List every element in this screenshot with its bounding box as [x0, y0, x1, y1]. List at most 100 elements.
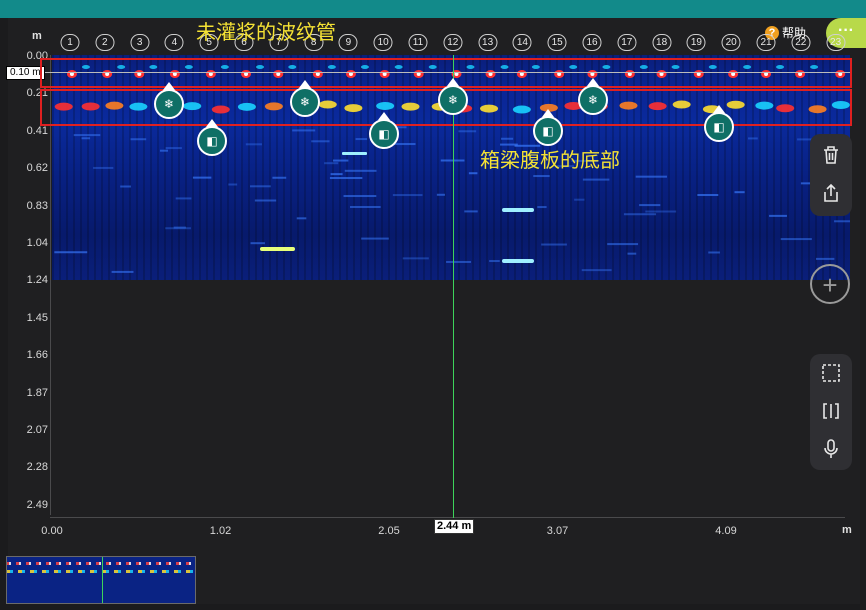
column-number[interactable]: 18 [652, 34, 672, 51]
scan-reflection [537, 206, 547, 209]
split-icon [823, 403, 839, 419]
x-tick-label: 4.09 [715, 525, 737, 537]
scan-reflection [355, 138, 368, 141]
scan-reflection [93, 166, 114, 169]
scan-reflection [635, 175, 667, 178]
overview-thumbnail[interactable] [6, 556, 196, 604]
column-number[interactable]: 21 [756, 34, 776, 51]
y-tick-label: 1.45 [26, 311, 48, 324]
add-button[interactable]: + [810, 264, 850, 304]
scan-reflection [165, 147, 182, 150]
scan-reflection [436, 193, 445, 196]
column-number[interactable]: 22 [791, 34, 811, 51]
scan-reflection [361, 237, 389, 240]
position-cursor-label[interactable]: 2.44 m [434, 519, 475, 534]
scan-reflection [464, 210, 478, 213]
snowflake-marker[interactable]: ❄ [154, 89, 184, 119]
annotation-box-ducts[interactable] [40, 58, 852, 88]
column-number[interactable]: 19 [686, 34, 706, 51]
scan-reflection [260, 247, 295, 251]
scan-reflection [392, 194, 423, 197]
scan-reflection [254, 199, 277, 202]
view-toolbar [810, 354, 852, 470]
column-number[interactable]: 10 [373, 34, 393, 51]
tag-icon: ◧ [378, 127, 390, 141]
annotation-text-ducts: 未灌浆的波纹管 [196, 22, 336, 44]
scan-reflection [324, 162, 339, 165]
voice-note-button[interactable] [810, 434, 852, 464]
scan-reflection [574, 198, 585, 201]
scan-reflection [73, 134, 101, 137]
microphone-icon [824, 439, 838, 458]
scan-reflection [780, 238, 812, 241]
scan-reflection [533, 175, 550, 178]
snowflake-icon: ❄ [587, 93, 599, 107]
scan-reflection [446, 260, 472, 263]
depth-reference-label[interactable]: 0.10 m [6, 66, 45, 80]
rebar-marker[interactable]: ◧ [197, 126, 227, 156]
column-number[interactable]: 16 [582, 34, 602, 51]
column-number[interactable]: 23 [826, 34, 846, 51]
scan-reflection [541, 243, 567, 246]
column-number[interactable]: 15 [547, 34, 567, 51]
split-view-button[interactable] [810, 396, 852, 426]
column-number[interactable]: 11 [408, 34, 428, 51]
rebar-marker[interactable]: ◧ [704, 112, 734, 142]
x-tick-label: 2.05 [378, 525, 400, 537]
scan-reflection [130, 138, 147, 141]
y-tick-label: 2.07 [26, 424, 48, 436]
scan-reflection [292, 129, 316, 132]
share-button[interactable] [810, 178, 852, 208]
y-tick-label: 1.04 [26, 237, 48, 249]
position-cursor-line[interactable] [453, 55, 454, 518]
scan-reflection [81, 137, 91, 140]
scan-reflection [708, 251, 720, 254]
scan-reflection [111, 270, 134, 273]
column-number[interactable]: 20 [721, 34, 741, 51]
scan-reflection [296, 217, 307, 220]
snowflake-icon: ❄ [447, 93, 459, 107]
scan-reflection [349, 205, 381, 208]
scan-reflection [192, 176, 212, 179]
scan-reflection [734, 191, 745, 194]
column-number[interactable]: 17 [617, 34, 637, 51]
column-number[interactable]: 13 [478, 34, 498, 51]
snowflake-marker[interactable]: ❄ [438, 85, 468, 115]
column-number[interactable]: 12 [443, 34, 463, 51]
delete-button[interactable] [810, 140, 852, 170]
scan-reflection [581, 269, 612, 272]
tag-icon: ◧ [713, 120, 725, 134]
snowflake-icon: ❄ [299, 95, 311, 109]
column-number[interactable]: 9 [338, 34, 358, 51]
select-area-button[interactable] [810, 358, 852, 388]
thumbnail-frame [6, 556, 196, 604]
y-tick-label: 2.49 [26, 498, 48, 511]
scan-reflection [501, 137, 514, 140]
tag-icon: ◧ [542, 124, 554, 138]
scan-reflection [329, 177, 363, 180]
snowflake-marker[interactable]: ❄ [578, 85, 608, 115]
column-number[interactable]: 3 [130, 34, 150, 51]
scan-reflection [245, 143, 262, 146]
scan-reflection [272, 176, 287, 179]
scan-reflection [332, 159, 349, 162]
scan-reflection [639, 204, 661, 207]
scan-reflection [502, 259, 534, 263]
x-axis-line [50, 517, 845, 518]
column-number[interactable]: 4 [164, 34, 184, 51]
selection-icon [822, 364, 840, 382]
column-number[interactable]: 2 [95, 34, 115, 51]
snowflake-marker[interactable]: ❄ [290, 87, 320, 117]
scan-reflection [344, 169, 377, 172]
annotation-text-web-bottom: 箱梁腹板的底部 [480, 150, 620, 172]
snowflake-icon: ❄ [163, 97, 175, 111]
column-number[interactable]: 1 [60, 34, 80, 51]
top-accent-bar [0, 0, 866, 18]
x-tick-label: 3.07 [546, 525, 569, 537]
scan-reflection [607, 243, 639, 246]
rebar-marker[interactable]: ◧ [369, 119, 399, 149]
column-number[interactable]: 14 [512, 34, 532, 51]
rebar-marker[interactable]: ◧ [533, 116, 563, 146]
scan-reflection [343, 195, 377, 198]
y-tick-label: 1.24 [26, 274, 48, 287]
